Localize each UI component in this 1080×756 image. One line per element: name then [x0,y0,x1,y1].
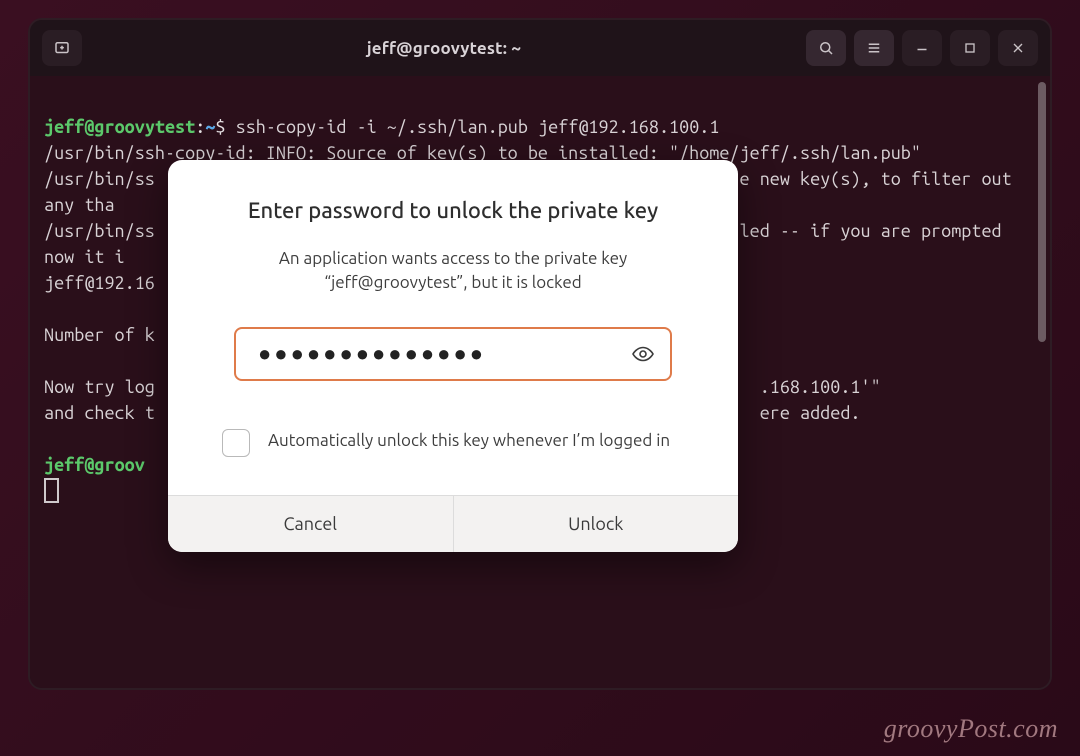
window-title: jeff@groovytest: ~ [367,39,521,58]
unlock-button[interactable]: Unlock [453,496,739,552]
minimize-icon [913,39,931,57]
watermark: groovyPost.com [884,714,1058,744]
terminal-line: Now try log [44,377,155,397]
dialog-title: Enter password to unlock the private key [222,198,684,223]
cancel-button[interactable]: Cancel [168,496,453,552]
dialog-message: An application wants access to the priva… [222,247,684,295]
search-icon [817,39,835,57]
terminal-command: ssh-copy-id -i ~/.ssh/lan.pub jeff@192.1… [236,117,720,137]
password-input[interactable] [234,327,672,381]
terminal-line: /usr/bin/ss [44,221,155,241]
close-icon [1010,40,1026,56]
reveal-password-button[interactable] [630,341,656,367]
titlebar: jeff@groovytest: ~ [30,20,1050,76]
scrollbar-thumb[interactable] [1038,82,1046,342]
new-tab-icon [53,39,71,57]
menu-button[interactable] [854,30,894,66]
prompt-user: jeff [44,117,84,137]
terminal-cursor [44,478,59,503]
close-button[interactable] [998,30,1038,66]
new-tab-button[interactable] [42,30,82,66]
auto-unlock-label: Automatically unlock this key whenever I… [268,429,670,453]
terminal-line: jeff@192.16 [44,273,155,293]
search-button[interactable] [806,30,846,66]
terminal-line: /usr/bin/ss [44,169,155,189]
eye-icon [631,342,655,366]
unlock-key-dialog: Enter password to unlock the private key… [168,160,738,552]
maximize-icon [962,40,978,56]
minimize-button[interactable] [902,30,942,66]
auto-unlock-checkbox[interactable] [222,429,250,457]
terminal-line: and check t [44,403,155,423]
terminal-line: Number of k [44,325,155,345]
dialog-actions: Cancel Unlock [168,495,738,552]
maximize-button[interactable] [950,30,990,66]
hamburger-icon [865,39,883,57]
prompt-user: jeff [44,455,84,475]
